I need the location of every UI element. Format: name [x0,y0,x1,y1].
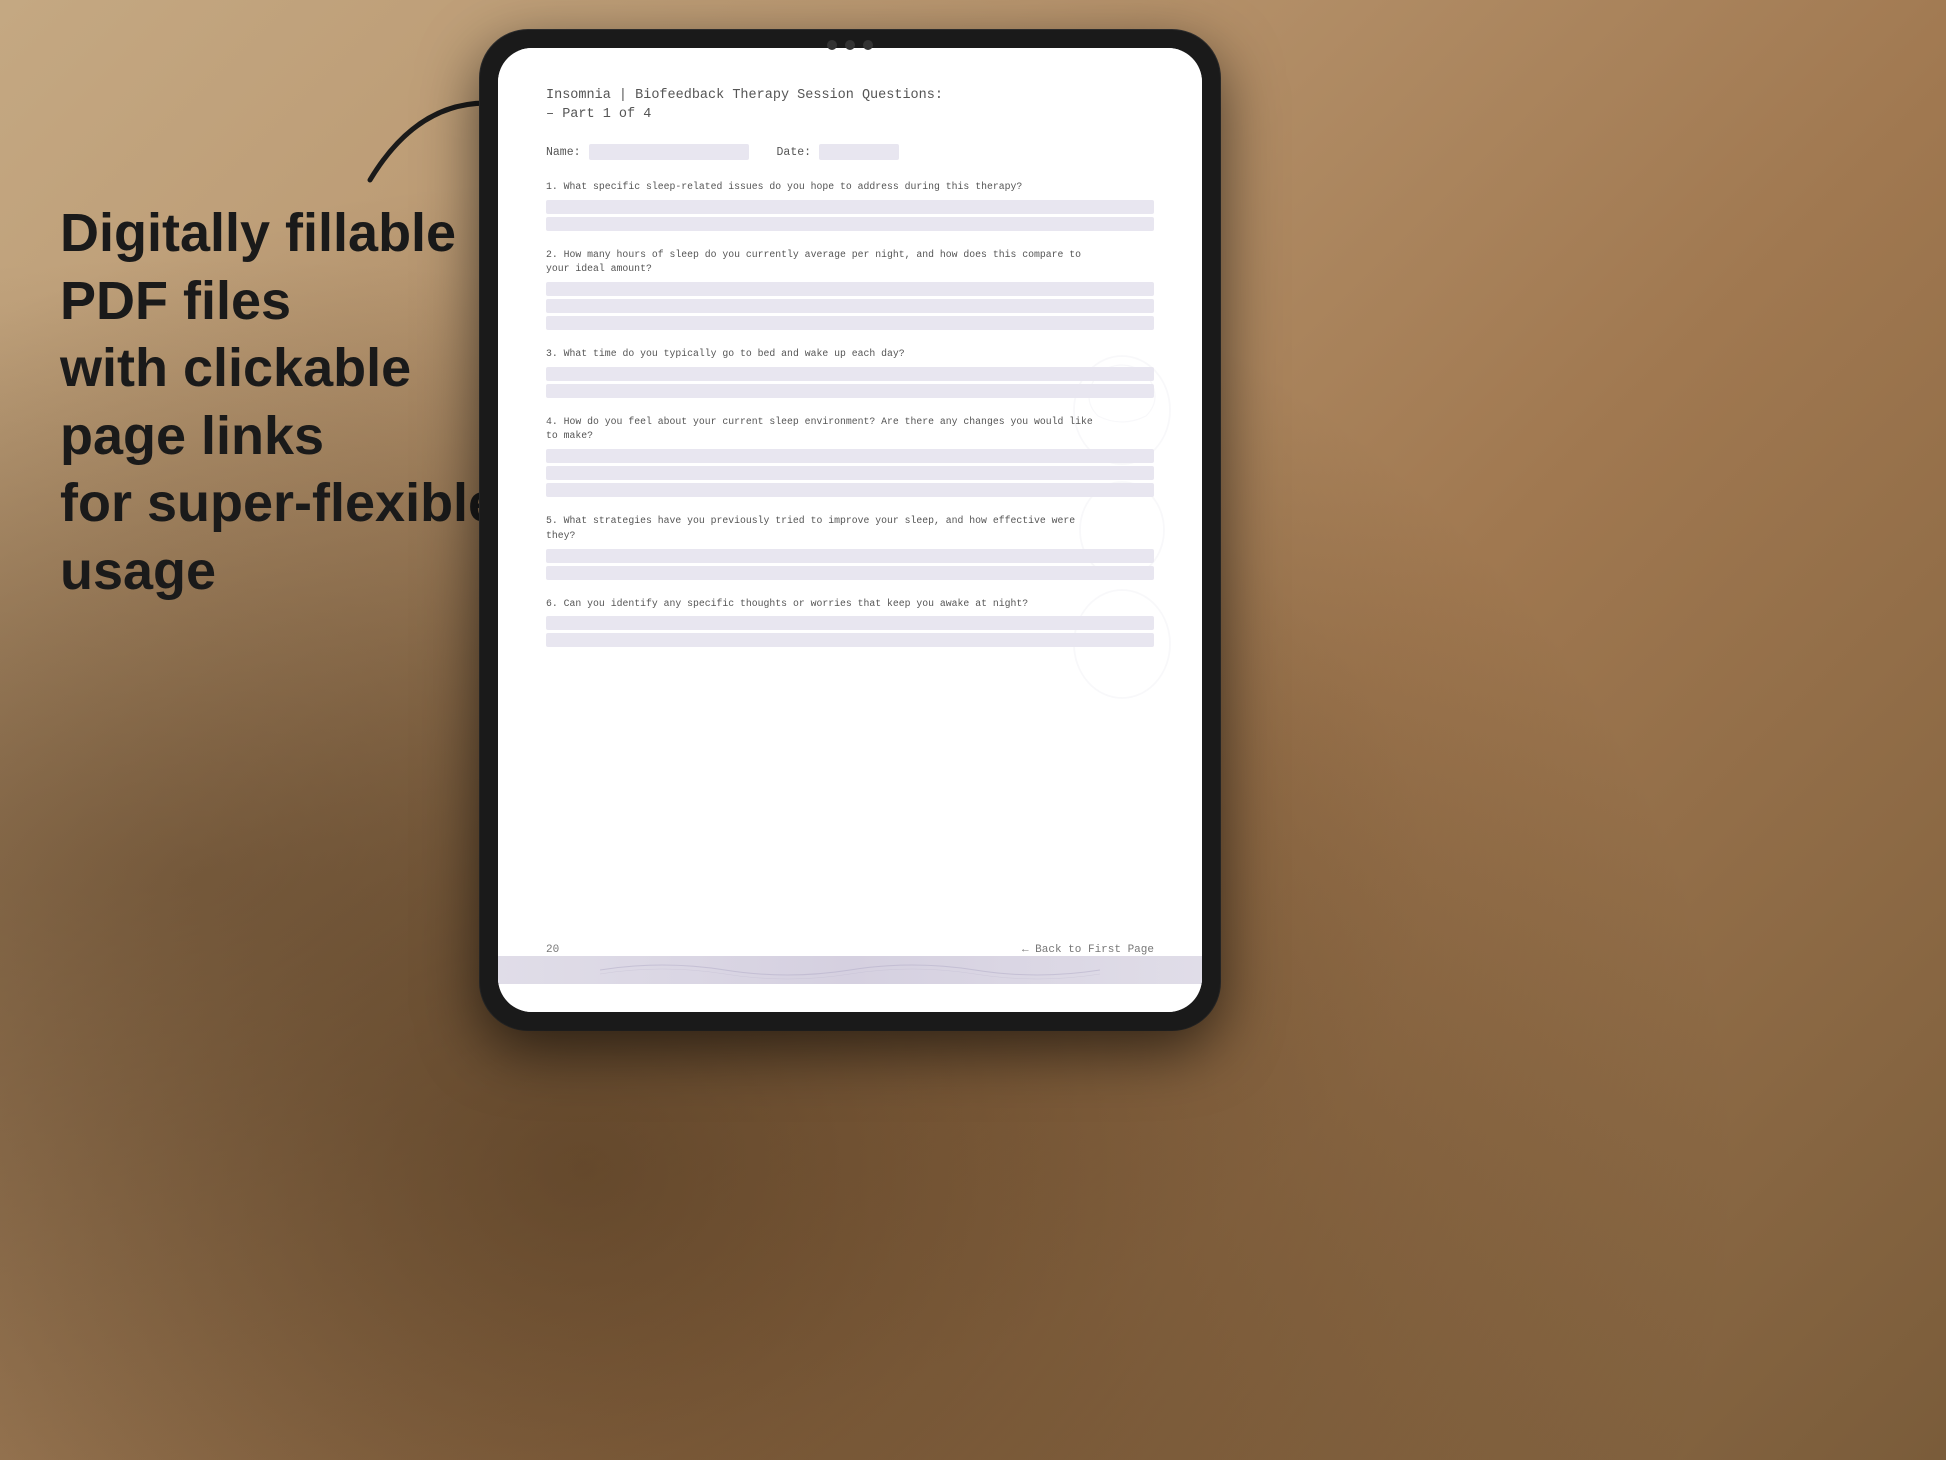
camera-dot-2 [845,40,855,50]
answer-line-6b[interactable] [546,633,1154,647]
tablet-camera-area [827,40,873,50]
camera-dot-3 [863,40,873,50]
pdf-footer-decoration [498,956,1202,984]
answer-line-3a[interactable] [546,367,1154,381]
marketing-text: Digitally fillable PDF files with clicka… [60,200,540,605]
page-number: 20 [546,944,559,956]
question-4-text: 4. How do you feel about your current sl… [546,415,1154,444]
date-field[interactable] [819,144,899,160]
marketing-line-3: for super-flexible usage [60,473,498,601]
question-3: 3. What time do you typically go to bed … [546,347,1154,401]
marketing-line-1: Digitally fillable PDF files [60,203,456,331]
name-date-row: Name: Date: [546,144,1154,160]
footer-deco-svg [600,960,1100,980]
left-text-block: Digitally fillable PDF files with clicka… [60,200,540,605]
answer-line-1b[interactable] [546,217,1154,231]
answer-line-4c[interactable] [546,483,1154,497]
question-5: 5. What strategies have you previously t… [546,514,1154,582]
pdf-page: Insomnia | Biofeedback Therapy Session Q… [498,48,1202,1012]
question-2: 2. How many hours of sleep do you curren… [546,248,1154,333]
answer-line-4b[interactable] [546,466,1154,480]
question-6: 6. Can you identify any specific thought… [546,597,1154,651]
back-to-first-page-link[interactable]: ← Back to First Page [1022,944,1154,956]
question-1: 1. What specific sleep-related issues do… [546,180,1154,234]
question-2-text: 2. How many hours of sleep do you curren… [546,248,1154,277]
tablet-body: Insomnia | Biofeedback Therapy Session Q… [480,30,1220,1030]
answer-line-4a[interactable] [546,449,1154,463]
name-label: Name: [546,146,581,159]
question-6-text: 6. Can you identify any specific thought… [546,597,1154,612]
pdf-content: Insomnia | Biofeedback Therapy Session Q… [546,88,1154,956]
answer-line-2b[interactable] [546,299,1154,313]
question-1-text: 1. What specific sleep-related issues do… [546,180,1154,195]
camera-dot-1 [827,40,837,50]
question-5-text: 5. What strategies have you previously t… [546,514,1154,543]
question-3-text: 3. What time do you typically go to bed … [546,347,1154,362]
question-4: 4. How do you feel about your current sl… [546,415,1154,500]
answer-line-3b[interactable] [546,384,1154,398]
tablet-screen: Insomnia | Biofeedback Therapy Session Q… [498,48,1202,1012]
answer-line-2a[interactable] [546,282,1154,296]
answer-line-5a[interactable] [546,549,1154,563]
marketing-line-2: with clickable page links [60,338,411,466]
pdf-title: Insomnia | Biofeedback Therapy Session Q… [546,88,1154,103]
tablet: Insomnia | Biofeedback Therapy Session Q… [480,30,1220,1030]
answer-line-1a[interactable] [546,200,1154,214]
answer-line-6a[interactable] [546,616,1154,630]
name-field[interactable] [589,144,749,160]
answer-line-2c[interactable] [546,316,1154,330]
date-label: Date: [777,146,812,159]
pdf-subtitle: – Part 1 of 4 [546,107,1154,122]
pdf-footer: 20 ← Back to First Page [546,936,1154,956]
answer-line-5b[interactable] [546,566,1154,580]
